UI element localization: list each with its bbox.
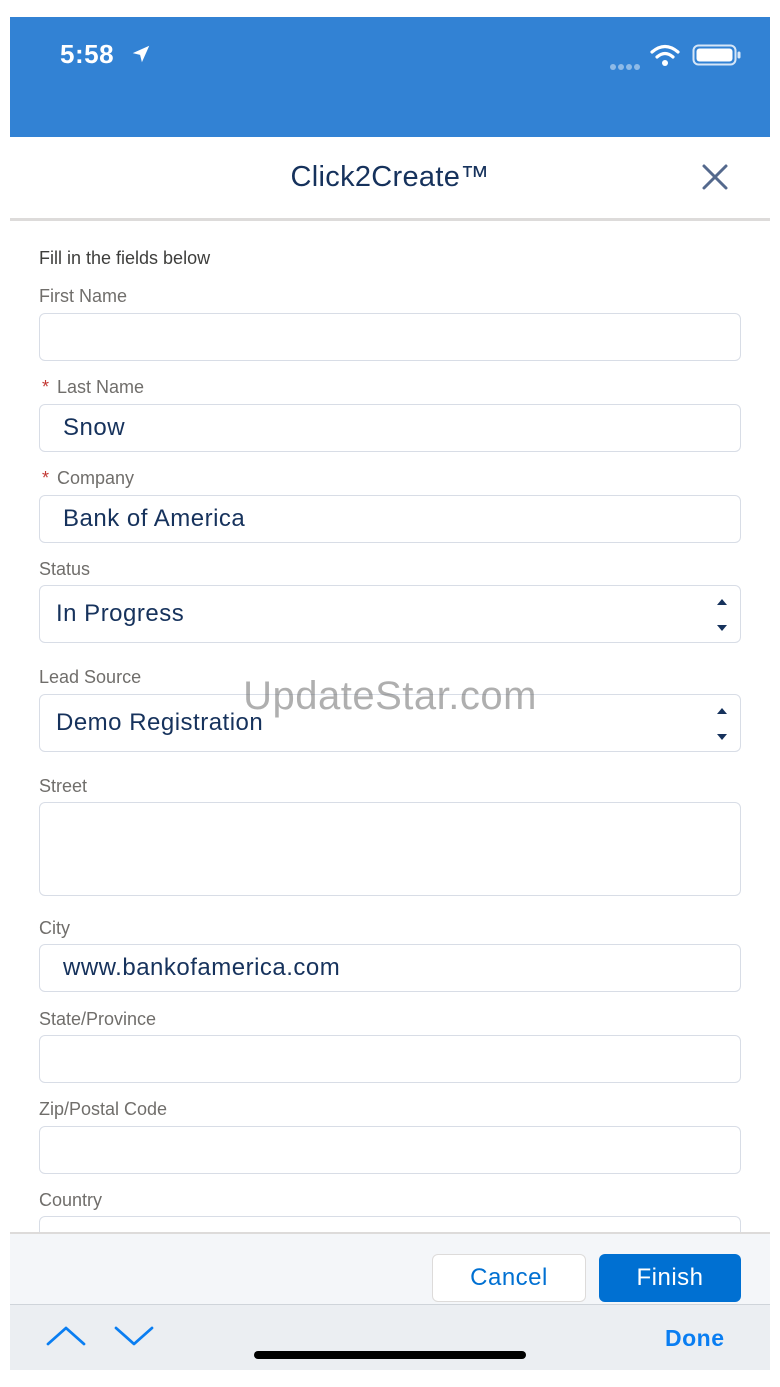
lead-source-label: Lead Source (39, 667, 142, 687)
country-label: Country (39, 1190, 103, 1210)
street-field[interactable] (39, 802, 741, 896)
country-field[interactable] (39, 1216, 741, 1232)
first-name-field[interactable] (39, 313, 741, 361)
lead-source-select[interactable]: Demo Registration (39, 694, 741, 752)
location-arrow-icon (132, 45, 150, 63)
finish-button[interactable]: Finish (599, 1254, 741, 1302)
zip-field[interactable] (39, 1126, 741, 1174)
modal-header: Click2Create™ (10, 137, 770, 221)
chevron-up-icon[interactable] (46, 1325, 86, 1347)
lead-source-select-value: Demo Registration (56, 709, 264, 736)
company-label-text: Company (57, 468, 135, 488)
home-indicator (254, 1351, 526, 1359)
first-name-label: First Name (39, 286, 128, 306)
select-arrows-icon (717, 599, 727, 631)
company-field[interactable]: Bank of America (39, 495, 741, 543)
page-title: Click2Create™ (290, 161, 490, 193)
city-label: City (39, 918, 70, 938)
wifi-icon (650, 44, 680, 66)
cancel-button[interactable]: Cancel (432, 1254, 586, 1302)
status-bar: 5:58 (10, 17, 770, 137)
form-instructions: Fill in the fields below (39, 248, 211, 268)
status-select[interactable]: In Progress (39, 585, 741, 643)
last-name-field[interactable]: Snow (39, 404, 741, 452)
close-icon[interactable] (700, 162, 730, 192)
last-name-label-text: Last Name (57, 377, 145, 397)
zip-label: Zip/Postal Code (39, 1099, 168, 1119)
status-label: Status (39, 559, 91, 579)
lead-form: Fill in the fields below First Name * Las… (10, 224, 770, 1232)
select-arrows-icon (717, 708, 727, 740)
signal-dots-icon (610, 57, 642, 75)
form-footer: Cancel Finish (10, 1232, 770, 1304)
required-marker: * (42, 377, 50, 397)
battery-icon (692, 44, 741, 66)
status-time: 5:58 (60, 39, 115, 69)
done-button[interactable]: Done (665, 1325, 725, 1352)
state-label: State/Province (39, 1009, 157, 1029)
street-label: Street (39, 776, 88, 796)
status-select-value: In Progress (56, 600, 185, 627)
app-screen: 5:58 Click2Create™ Fill in the fields be… (10, 17, 770, 1370)
company-label: * Company (39, 468, 134, 489)
required-marker: * (42, 468, 50, 488)
city-field[interactable]: www.bankofamerica.com (39, 944, 741, 992)
keyboard-accessory-bar: Done (10, 1304, 770, 1370)
last-name-label: * Last Name (39, 377, 144, 398)
chevron-down-icon[interactable] (114, 1325, 154, 1347)
state-field[interactable] (39, 1035, 741, 1083)
